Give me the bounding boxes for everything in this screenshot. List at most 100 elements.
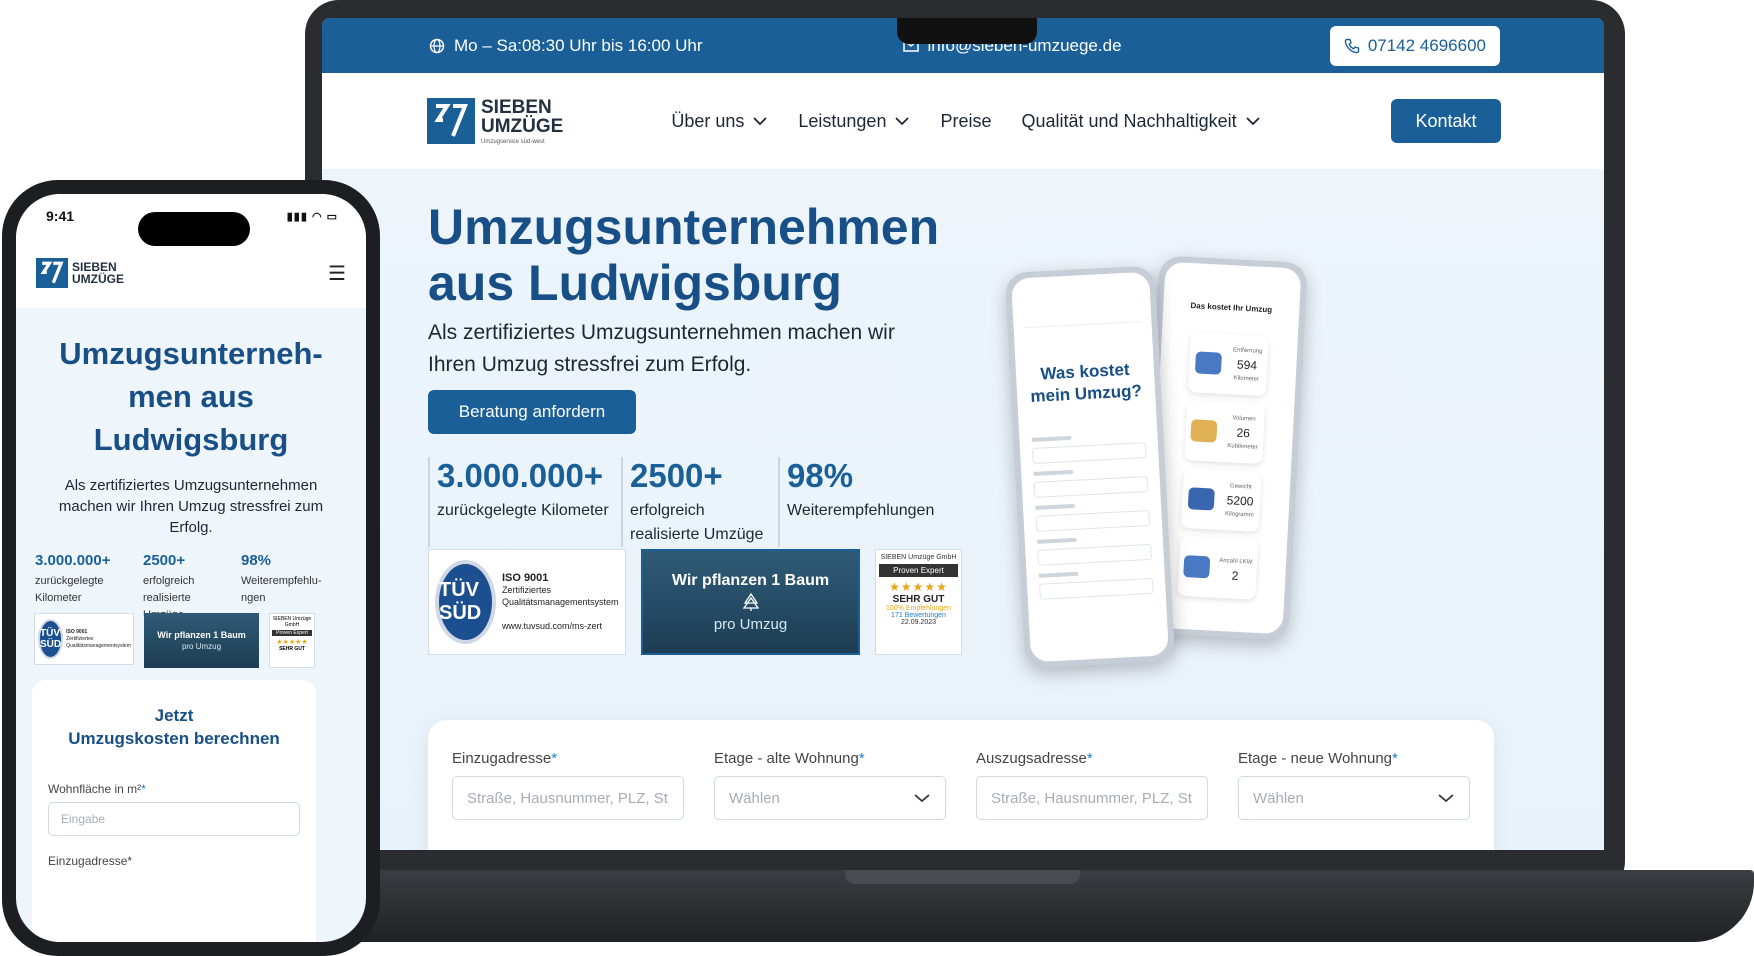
- select-placeholder: Wählen: [729, 789, 780, 807]
- moving-cost-form: Einzugadresse* Straße, Hausnummer, PLZ, …: [428, 720, 1494, 850]
- proven-expert-badge[interactable]: SIEBEN Umzüge GmbH Proven Expert ★★★★★ S…: [875, 549, 962, 655]
- hero-title: Umzugsunternehmen aus Ludwigsburg: [428, 199, 939, 311]
- trust-badges: TÜV SÜD ISO 9001 Zertifiziertes Qualität…: [428, 549, 962, 655]
- logo-mark-icon[interactable]: [36, 258, 68, 288]
- logo-line2: UMZÜGE: [481, 115, 564, 137]
- phone-button[interactable]: 07142 4696600: [1329, 25, 1500, 66]
- card-value: 594: [1236, 357, 1258, 373]
- mockup-field-label: [1033, 469, 1074, 476]
- etage-neu-select[interactable]: Wählen: [1238, 776, 1470, 820]
- tree-icon: [742, 592, 759, 611]
- smartphone-screen: 9:41 ▮▮▮ ◠ ▭ SIEBEN UMZÜGE ☰ Umzugsunter…: [16, 194, 366, 942]
- stat-value: 98%: [241, 552, 272, 569]
- card-unit: Kubikmeter: [1227, 443, 1258, 451]
- beratung-button[interactable]: Beratung anfordern: [428, 390, 636, 434]
- pe-grade: SEHR GUT: [279, 646, 305, 652]
- tuv-badge[interactable]: TÜV SÜD ISO 9001 Zertifiziertes Qualitäts…: [34, 613, 134, 665]
- field-label-text: Auszugsadresse: [976, 750, 1087, 767]
- card-unit: Kilogramm: [1224, 511, 1254, 519]
- nav-item-ueber-uns[interactable]: Über uns: [671, 111, 768, 132]
- status-time: 9:41: [46, 208, 75, 224]
- mockup-card-weight: Gewicht 5200 Kilogramm: [1181, 468, 1262, 532]
- stat-value: 2500+: [143, 552, 186, 569]
- pe-recommend: 100% Empfehlungen: [886, 605, 951, 612]
- tree-badge-title: Wir pflanzen 1 Baum: [157, 630, 246, 640]
- field-label: Einzugadresse*: [452, 750, 684, 767]
- select-placeholder: Wählen: [1253, 789, 1304, 807]
- tuv-badge[interactable]: TÜV SÜD ISO 9001 Zertifiziertes Qualität…: [428, 549, 626, 655]
- card-label: Anzahl LKW: [1219, 557, 1253, 566]
- required-mark: *: [127, 854, 133, 868]
- mockup-title-line1: Was kostet: [1040, 359, 1131, 384]
- required-mark: *: [858, 750, 865, 767]
- device-mockup-stage: Mo – Sa:08:30 Uhr bis 16:00 Uhr info@sie…: [0, 0, 1754, 956]
- tuv-desc: Zertifiziertes Qualitätsmanagementsystem: [501, 585, 619, 607]
- opening-hours-text: Mo – Sa:08:30 Uhr bis 16:00 Uhr: [454, 35, 703, 55]
- tree-badge[interactable]: Wir pflanzen 1 Baum pro Umzug: [144, 613, 259, 668]
- nav-item-qualitaet[interactable]: Qualität und Nachhaltigkeit: [1021, 111, 1260, 132]
- logo-mark-icon: [427, 98, 475, 144]
- tuv-seal-logo: TÜV SÜD: [38, 619, 64, 659]
- card-value: 5200: [1226, 493, 1254, 509]
- chevron-down-icon: [753, 117, 768, 126]
- field-einzugadresse: Einzugadresse* Straße, Hausnummer, PLZ, …: [452, 750, 684, 820]
- hero-mockup-phone-front: Was kostet mein Umzug?: [1004, 265, 1176, 669]
- boxes-icon: [1190, 419, 1218, 443]
- weight-icon: [1187, 487, 1215, 511]
- field-etage-neu: Etage - neue Wohnung* Wählen: [1238, 750, 1470, 820]
- mockup-card-trucks: Anzahl LKW 2: [1177, 536, 1258, 600]
- wohnflaeche-input[interactable]: Eingabe: [48, 802, 300, 836]
- stat-empfehlungen: 98% Weiterempfehlungen: [778, 457, 938, 547]
- nav-item-leistungen[interactable]: Leistungen: [798, 111, 910, 132]
- field-auszugsadresse: Auszugsadresse* Straße, Hausnummer, PLZ,…: [976, 750, 1208, 820]
- tree-badge-subtitle: pro Umzug: [181, 642, 222, 651]
- mobile-cost-calculator: Jetzt Umzugskosten berechnen Wohnfläche …: [32, 680, 316, 942]
- hamburger-menu-icon[interactable]: ☰: [328, 261, 346, 285]
- calculator-title: Jetzt Umzugskosten berechnen: [32, 704, 316, 750]
- truck-icon: [1194, 351, 1222, 375]
- etage-alt-select[interactable]: Wählen: [714, 776, 946, 820]
- required-mark: *: [1392, 750, 1398, 767]
- input-placeholder: Eingabe: [61, 812, 106, 826]
- mockup-back-title: Das kostet Ihr Umzug: [1190, 301, 1273, 315]
- site-logo[interactable]: SIEBEN UMZÜGE Umzugservice süd-west: [427, 98, 563, 145]
- field-label: Auszugsadresse*: [976, 750, 1208, 767]
- stat-label: Weiterempfehlu-ngen: [241, 575, 322, 604]
- field-label: Einzugadresse*: [48, 854, 316, 868]
- card-value: 2: [1231, 568, 1239, 583]
- mockup-field: [1035, 509, 1151, 532]
- wohnflaeche-label: Wohnfläche in m²: [48, 782, 142, 796]
- logo-line1: SIEBEN: [481, 96, 552, 118]
- chevron-down-icon: [914, 794, 930, 803]
- field-label-text: Etage - neue Wohnung: [1238, 750, 1393, 767]
- phone-icon: [1344, 38, 1360, 53]
- tuv-desc: Zertifiziertes Qualitätsmanagementsystem: [66, 635, 131, 649]
- pe-company: SIEBEN Umzüge GmbH: [272, 616, 312, 628]
- mockup-field: [1037, 543, 1152, 566]
- einzugadresse-input[interactable]: Straße, Hausnummer, PLZ, St: [452, 776, 684, 820]
- globe-icon: [429, 38, 445, 53]
- nav-item-preise[interactable]: Preise: [940, 111, 991, 132]
- chevron-down-icon: [1245, 117, 1260, 126]
- pe-grade: SEHR GUT: [892, 594, 945, 605]
- kontakt-button[interactable]: Kontakt: [1391, 99, 1501, 143]
- pe-company: SIEBEN Umzüge GmbH: [880, 554, 957, 561]
- mobile-title-line2: men aus: [128, 379, 254, 414]
- auszugsadresse-input[interactable]: Straße, Hausnummer, PLZ, St: [976, 776, 1208, 820]
- pe-date: 22.09.2023: [900, 619, 937, 626]
- nav-label: Über uns: [671, 110, 745, 131]
- pe-reviews: 171 Bewertungen: [891, 612, 946, 619]
- proven-expert-badge[interactable]: SIEBEN Umzüge GmbH Proven Expert ★★★★★ S…: [269, 613, 315, 668]
- mockup-card-volume: Volumen 26 Kubikmeter: [1184, 400, 1265, 464]
- stat-value: 98%: [787, 457, 854, 494]
- field-etage-alt: Etage - alte Wohnung* Wählen: [714, 750, 946, 820]
- tree-badge-title: Wir pflanzen 1 Baum: [671, 571, 830, 589]
- laptop-camera-notch: [897, 18, 1037, 44]
- card-label: Gewicht: [1229, 483, 1252, 491]
- tree-badge[interactable]: Wir pflanzen 1 Baum pro Umzug: [641, 549, 860, 655]
- mobile-hero-title: Umzugsunterneh- men aus Ludwigsburg: [16, 332, 366, 461]
- stat-label: zurückgelegte Kilometer: [437, 502, 609, 519]
- rating-stars-icon: ★★★★★: [889, 580, 948, 594]
- nav-label: Preise: [940, 110, 992, 131]
- mockup-field-label: [1034, 503, 1076, 510]
